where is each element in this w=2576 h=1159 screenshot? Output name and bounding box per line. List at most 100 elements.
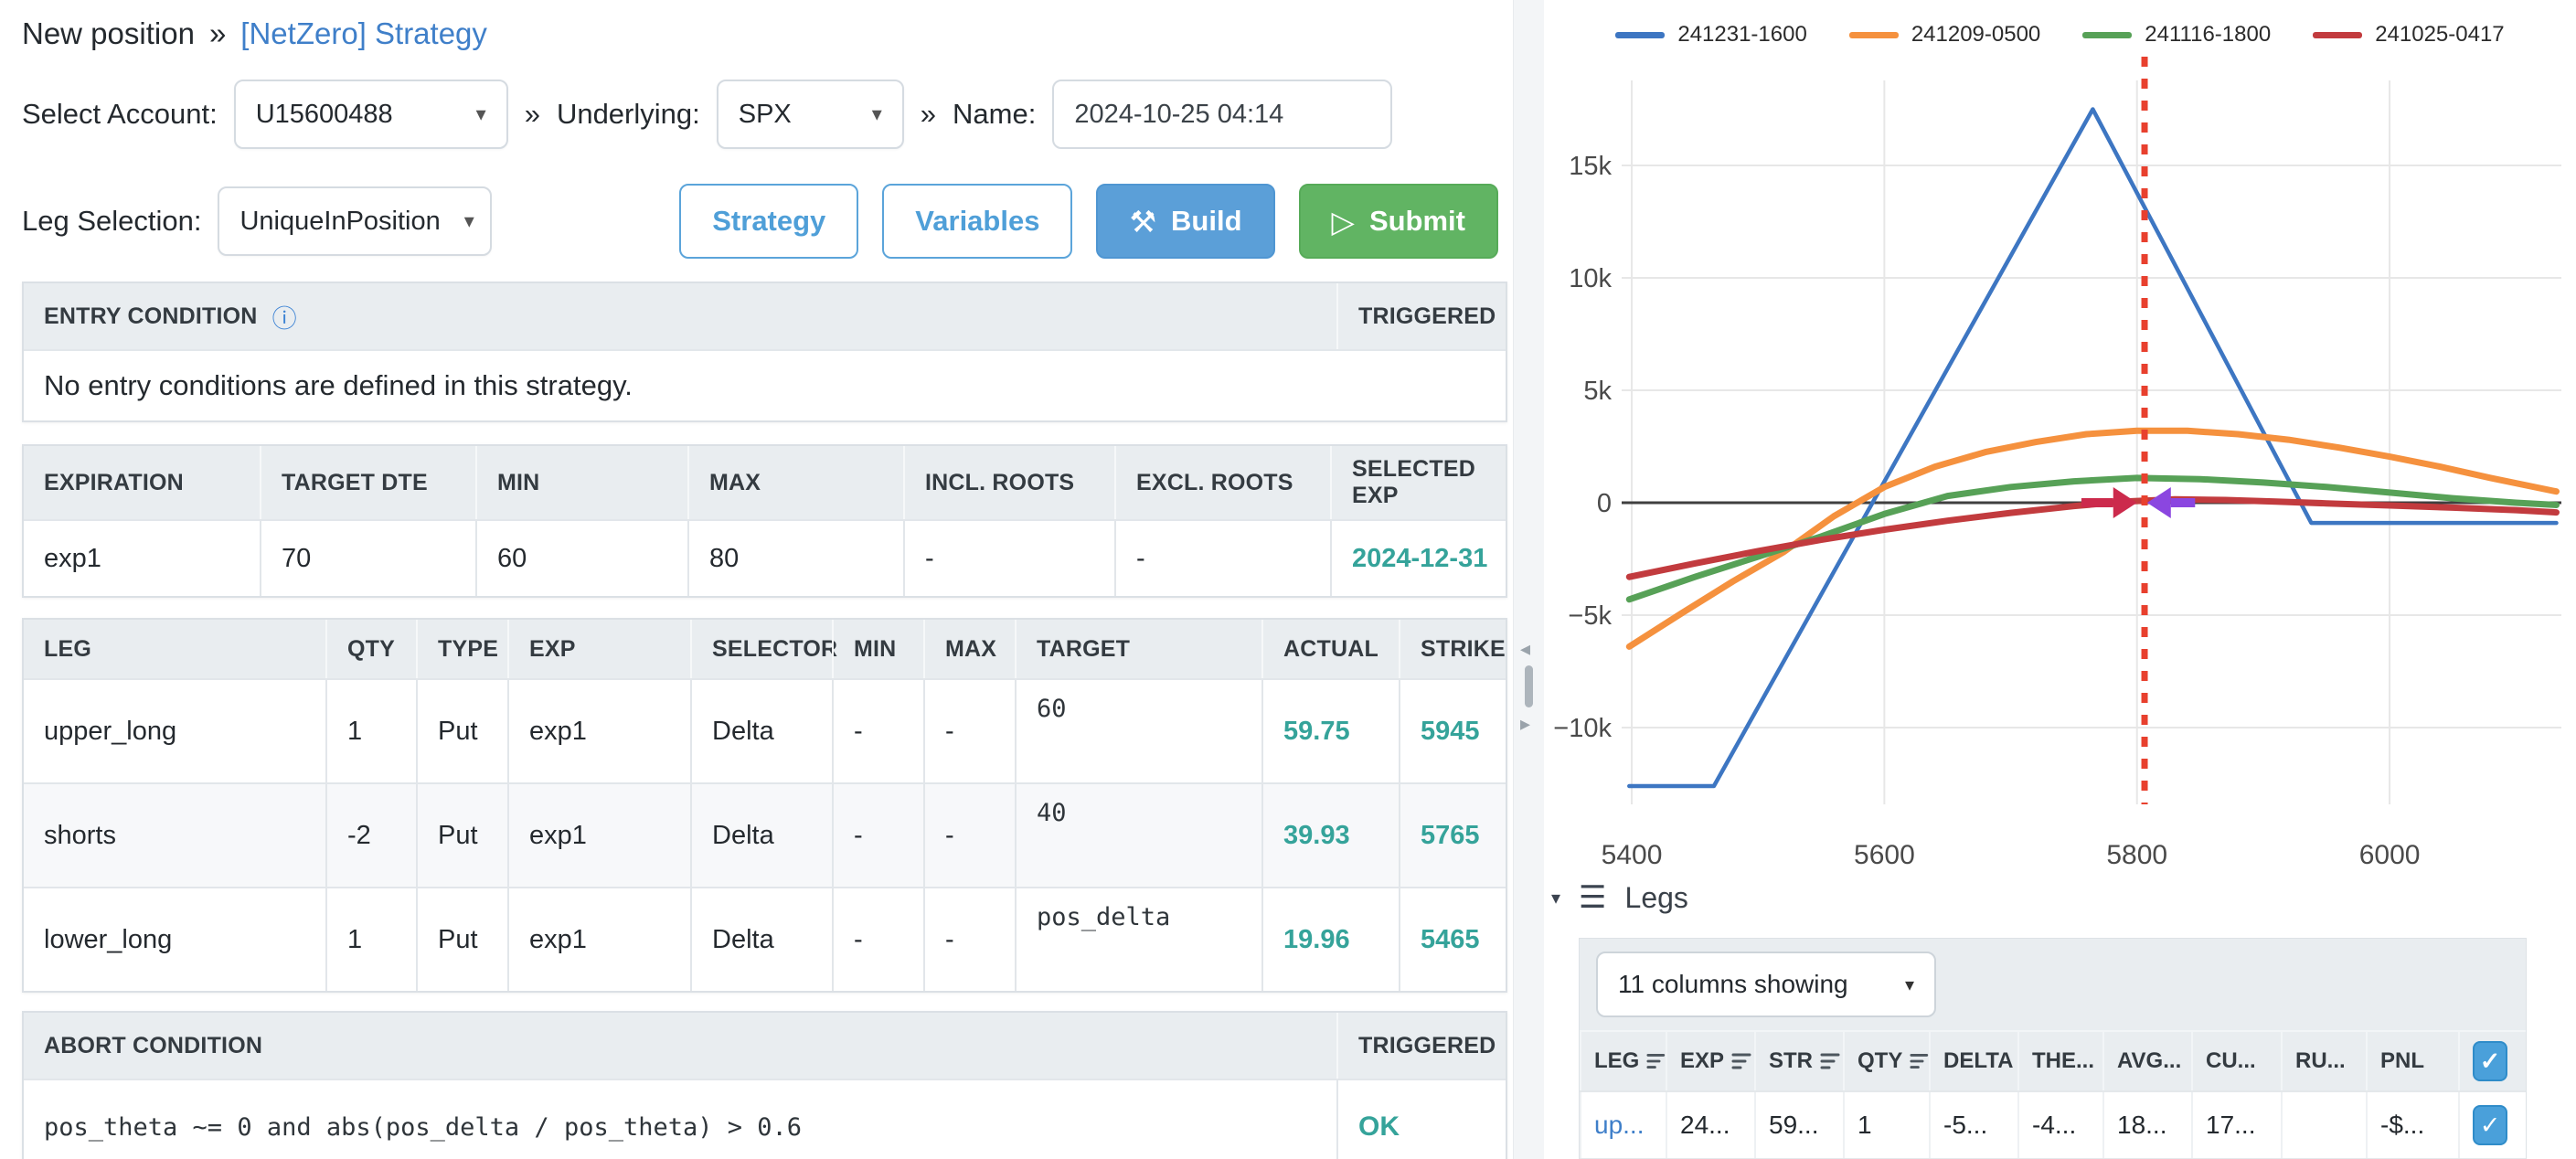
leg-max-cell: - bbox=[923, 784, 1015, 887]
x-tick-label: 5800 bbox=[2106, 840, 2167, 868]
collapse-right-icon[interactable]: ▸ bbox=[1520, 713, 1530, 736]
strategy-link[interactable]: [NetZero] Strategy bbox=[240, 16, 487, 51]
leg-header-cell: MIN bbox=[832, 620, 923, 678]
entry-condition-empty-message: No entry conditions are defined in this … bbox=[24, 369, 1506, 402]
legs-header-cell[interactable]: STR bbox=[1754, 1032, 1843, 1090]
legs-header-cell[interactable]: LEG bbox=[1580, 1032, 1666, 1090]
legs-header-cell[interactable]: EXP bbox=[1666, 1032, 1754, 1090]
select-all-header-cell[interactable]: ✓ bbox=[2458, 1032, 2522, 1090]
name-input[interactable]: 2024-10-25 04:14 bbox=[1052, 80, 1392, 149]
abort-condition-expression: pos_theta ~= 0 and abs(pos_delta / pos_t… bbox=[24, 1080, 1336, 1159]
legend-swatch bbox=[1849, 32, 1899, 38]
legs-header-label: QTY bbox=[1857, 1048, 1902, 1074]
series-line-241209-0500 bbox=[1629, 431, 2556, 646]
chevron-down-icon: ▾ bbox=[872, 102, 882, 126]
menu-icon: ☰ bbox=[1579, 879, 1606, 916]
chevron-down-icon: ▾ bbox=[1905, 973, 1914, 996]
strategy-button[interactable]: Strategy bbox=[679, 184, 858, 259]
legs-section-title: Legs bbox=[1625, 881, 1688, 915]
legend-label: 241231-1600 bbox=[1677, 22, 1806, 48]
leg-header-cell: STRIKE bbox=[1399, 620, 1506, 678]
legs-header-cell: DELTA bbox=[1929, 1032, 2017, 1090]
legs-header-cell[interactable]: QTY bbox=[1843, 1032, 1929, 1090]
leg-leg-cell: lower_long bbox=[24, 888, 325, 991]
leg-header-cell: ACTUAL bbox=[1261, 620, 1399, 678]
submit-arrow-icon: ▷ bbox=[1332, 204, 1355, 239]
legend-label: 241116-1800 bbox=[2145, 22, 2271, 48]
collapse-left-icon[interactable]: ◂ bbox=[1520, 638, 1530, 661]
leg-name-link[interactable]: up... bbox=[1580, 1092, 1666, 1158]
account-select[interactable]: U15600488 ▾ bbox=[234, 80, 508, 149]
select-all-checkbox[interactable]: ✓ bbox=[2473, 1041, 2507, 1081]
legs-header-cell: PNL bbox=[2366, 1032, 2458, 1090]
breadcrumb-separator: » bbox=[209, 16, 226, 51]
strategy-button-label: Strategy bbox=[712, 205, 825, 238]
legs-section-header[interactable]: ▾ ☰ Legs bbox=[1551, 879, 1688, 916]
legs-panel-toolbar: 11 columns showing ▾ bbox=[1580, 939, 2526, 1030]
legs-table-row: up...24...59...1-5...-4...18...17...-$..… bbox=[1580, 1090, 2526, 1158]
legend-label: 241025-0417 bbox=[2375, 22, 2504, 48]
leg-selector-cell: Delta bbox=[690, 888, 832, 991]
legend-swatch bbox=[2082, 32, 2132, 38]
legend-item[interactable]: 241025-0417 bbox=[2313, 22, 2504, 48]
legs-checkbox-cell: ✓ bbox=[2458, 1092, 2522, 1158]
abort-condition-table: ABORT CONDITION TRIGGERED pos_theta ~= 0… bbox=[22, 1011, 1507, 1159]
legs-cell: 59... bbox=[1754, 1092, 1843, 1158]
underlying-select-value: SPX bbox=[739, 100, 792, 130]
breadcrumb: New position » [NetZero] Strategy bbox=[22, 15, 1504, 53]
legs-header-cell: CU... bbox=[2191, 1032, 2281, 1090]
expiration-header-cell: SELECTED EXP bbox=[1330, 446, 1506, 519]
selected-exp-link[interactable]: 2024-12-31 bbox=[1330, 521, 1506, 596]
entry-condition-header-cell: ENTRY CONDITION ⓘ bbox=[24, 283, 1336, 349]
legend-item[interactable]: 241116-1800 bbox=[2082, 22, 2271, 48]
leg-strike-cell[interactable]: 5465 bbox=[1399, 888, 1506, 991]
leg-min-cell: - bbox=[832, 680, 923, 782]
select-account-label: Select Account: bbox=[22, 98, 218, 131]
splitter-drag-handle[interactable] bbox=[1525, 665, 1533, 707]
leg-selection-value: UniqueInPosition bbox=[240, 207, 440, 237]
leg-header-cell: EXP bbox=[507, 620, 690, 678]
legs-header-label: AVG... bbox=[2117, 1048, 2181, 1074]
leg-strike-cell[interactable]: 5945 bbox=[1399, 680, 1506, 782]
legend-item[interactable]: 241231-1600 bbox=[1615, 22, 1806, 48]
series-line-241116-1800 bbox=[1629, 478, 2556, 600]
legs-cell: -4... bbox=[2017, 1092, 2102, 1158]
leg-header-cell: SELECTOR bbox=[690, 620, 832, 678]
payoff-chart[interactable]: 15k10k5k0−5k−10k5400560058006000 bbox=[1544, 0, 2576, 868]
leg-selector-cell: Delta bbox=[690, 784, 832, 887]
leg-strike-cell[interactable]: 5765 bbox=[1399, 784, 1506, 887]
build-button[interactable]: ⚒ Build bbox=[1096, 184, 1274, 259]
account-row: Select Account: U15600488 ▾ » Underlying… bbox=[22, 79, 1504, 150]
leg-type-cell: Put bbox=[416, 888, 507, 991]
legs-cell: 18... bbox=[2102, 1092, 2191, 1158]
legs-header-label: DELTA bbox=[1943, 1048, 2013, 1074]
leg-qty-cell: -2 bbox=[325, 784, 416, 887]
legs-header-cell: THE... bbox=[2017, 1032, 2102, 1090]
leg-table: LEGQTYTYPEEXPSELECTORMINMAXTARGETACTUALS… bbox=[22, 618, 1507, 993]
row-checkbox[interactable]: ✓ bbox=[2473, 1105, 2507, 1145]
pane-splitter[interactable]: ◂ ▸ bbox=[1513, 0, 1546, 1159]
x-tick-label: 5400 bbox=[1602, 840, 1663, 868]
abort-condition-row: pos_theta ~= 0 and abs(pos_delta / pos_t… bbox=[24, 1079, 1506, 1159]
info-icon[interactable]: ⓘ bbox=[272, 299, 297, 335]
collapse-caret-icon[interactable]: ▾ bbox=[1551, 887, 1560, 909]
triggered-header-cell: TRIGGERED bbox=[1336, 1013, 1506, 1079]
underlying-select[interactable]: SPX ▾ bbox=[717, 80, 904, 149]
chevron-down-icon: ▾ bbox=[464, 209, 474, 233]
sort-icon bbox=[1731, 1052, 1751, 1070]
leg-selection-select[interactable]: UniqueInPosition ▾ bbox=[218, 186, 492, 256]
legs-panel: 11 columns showing ▾ LEGEXPSTR QTY DELTATH… bbox=[1579, 938, 2527, 1159]
legs-cell: 17... bbox=[2191, 1092, 2281, 1158]
submit-button[interactable]: ▷ Submit bbox=[1299, 184, 1498, 259]
legend-item[interactable]: 241209-0500 bbox=[1849, 22, 2040, 48]
columns-showing-select[interactable]: 11 columns showing ▾ bbox=[1596, 952, 1936, 1017]
expiration-header-cell: TARGET DTE bbox=[260, 446, 475, 519]
leg-row: lower_long1Putexp1Delta--pos_delta19.965… bbox=[24, 887, 1506, 991]
variables-button[interactable]: Variables bbox=[882, 184, 1072, 259]
y-tick-label: 5k bbox=[1583, 377, 1612, 406]
leg-qty-cell: 1 bbox=[325, 888, 416, 991]
legs-header-cell: RU... bbox=[2281, 1032, 2366, 1090]
leg-actual-cell: 39.93 bbox=[1261, 784, 1399, 887]
sort-icon bbox=[1910, 1052, 1929, 1070]
entry-condition-table: ENTRY CONDITION ⓘ TRIGGERED No entry con… bbox=[22, 282, 1507, 422]
